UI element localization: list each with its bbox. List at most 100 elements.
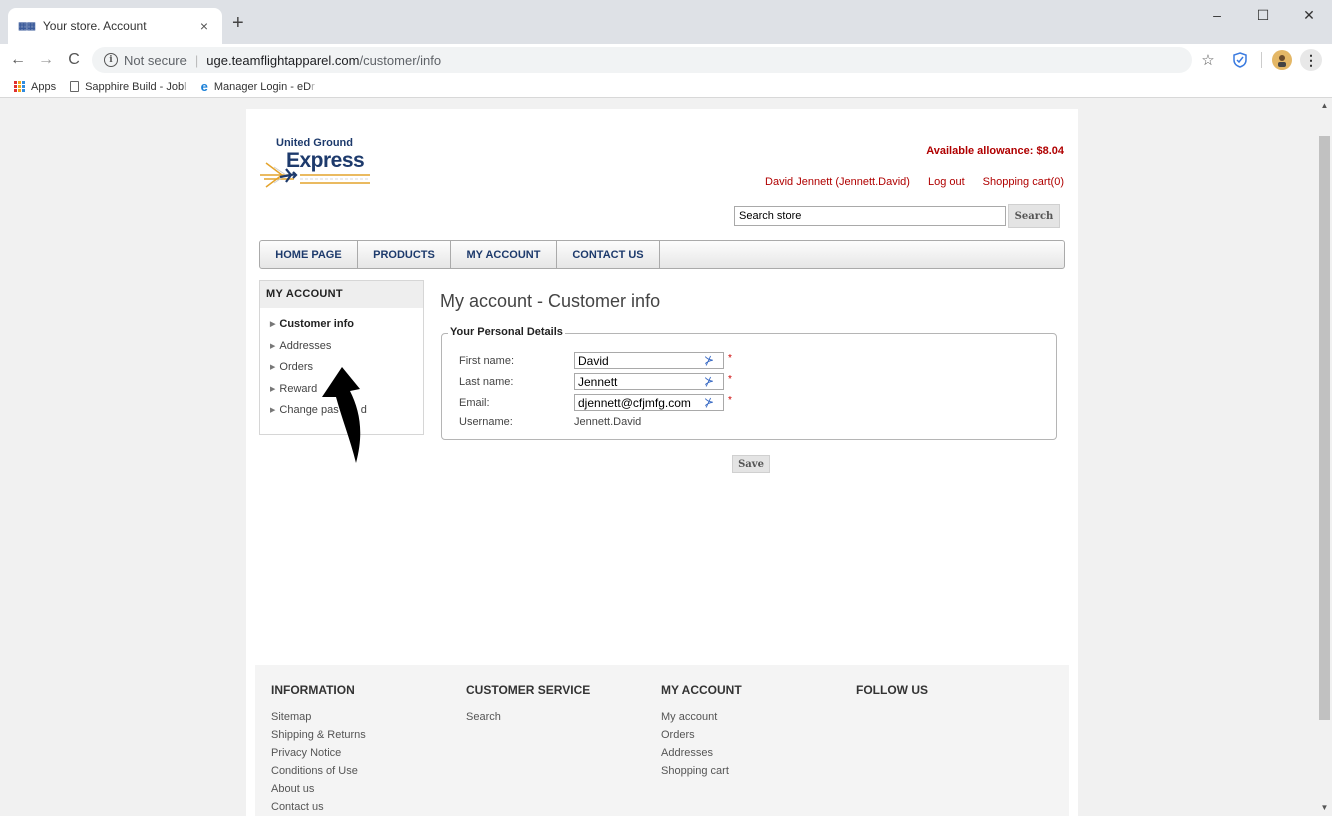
new-tab-button[interactable]: + [232,13,244,33]
save-button[interactable]: Save [732,455,770,473]
customer-account-link[interactable]: David Jennett (Jennett.David) [765,176,910,188]
required-asterisk: * [728,353,732,364]
window-controls: – ☐ ✕ [1194,0,1332,30]
personal-details-legend: Your Personal Details [448,326,565,338]
footer-link-my-account[interactable]: My account [661,711,742,729]
bookmark-sapphire-build[interactable]: Sapphire Build - Job l [70,81,187,93]
bookmark-label: Manager Login - eD [213,80,312,93]
required-asterisk: * [728,395,732,406]
profile-avatar[interactable] [1272,50,1292,70]
page-title: My account - Customer info [440,291,661,311]
sidebar-item-orders[interactable]: ▶ Orders [270,361,313,373]
toolbar-actions: ☆ ⋮ [1187,49,1322,71]
airplane-logo-icon [260,162,370,188]
internet-explorer-icon: e [200,79,208,94]
footer-link-privacy-notice[interactable]: Privacy Notice [271,747,366,765]
search-store-input[interactable] [734,206,1006,226]
browser-toolbar: ← → C i Not secure | uge.teamflightappar… [0,44,1332,76]
address-bar[interactable]: i Not secure | uge.teamflightapparel.com… [92,47,1192,73]
password-manager-icon[interactable]: ⊁ [704,353,714,367]
footer-link-conditions-of-use[interactable]: Conditions of Use [271,765,366,783]
minimize-button[interactable]: – [1194,0,1240,30]
email-label: Email: [459,397,490,409]
url-path: /customer/info [359,52,442,68]
last-name-label: Last name: [459,376,514,388]
bookmark-label-fade: r [311,80,315,93]
page-scrollbar[interactable]: ▲ ▼ [1317,98,1332,816]
sidebar-title: MY ACCOUNT [260,281,423,308]
sidebar-item-label: Customer info [279,318,354,330]
toolbar-separator [1261,52,1262,68]
bookmark-label: Sapphire Build - Job [85,80,185,93]
sidebar-item-label: Orders [279,361,314,373]
browser-menu-icon[interactable]: ⋮ [1300,49,1322,71]
tab-title: Your store. Account [42,19,147,33]
search-button[interactable]: Search [1008,204,1060,228]
bookmark-star-icon[interactable]: ☆ [1197,49,1219,71]
back-button[interactable]: ← [8,50,28,70]
scroll-down-icon[interactable]: ▼ [1317,800,1332,816]
bookmark-apps[interactable]: Apps [14,81,56,93]
sidebar-item-addresses[interactable]: ▶ Addresses [270,340,331,352]
forward-button[interactable]: → [36,50,56,70]
username-value: Jennett.David [574,416,642,428]
security-status: Not secure [124,52,187,68]
username-label: Username: [459,416,513,428]
footer-link-shopping-cart[interactable]: Shopping cart [661,765,742,783]
apps-grid-icon [14,81,25,92]
store-page: United Ground Express Available allowanc… [246,109,1078,816]
maximize-button[interactable]: ☐ [1240,0,1286,30]
triangle-right-icon: ▶ [270,386,276,393]
sidebar-item-customer-info[interactable]: ▶ Customer info [270,318,354,330]
footer-column-title: FOLLOW US [856,683,928,697]
browser-tabstrip: ▦▦ Your store. Account × + – ☐ ✕ [0,0,1332,44]
nav-contact-us[interactable]: CONTACT US [557,241,660,268]
url-host: uge.teamflightapparel.com [206,52,360,68]
sidebar-item-label: Addresses [279,340,332,352]
triangle-right-icon: ▶ [270,364,276,371]
scroll-up-icon[interactable]: ▲ [1317,98,1332,114]
close-window-button[interactable]: ✕ [1286,0,1332,30]
footer-link-addresses[interactable]: Addresses [661,747,742,765]
footer-link-search[interactable]: Search [466,711,590,729]
footer-link-orders[interactable]: Orders [661,729,742,747]
footer-link-contact-us[interactable]: Contact us [271,801,366,816]
nav-my-account[interactable]: MY ACCOUNT [451,241,557,268]
browser-tab[interactable]: ▦▦ Your store. Account × [8,8,222,44]
password-manager-icon[interactable]: ⊁ [704,374,714,388]
url-separator: | [194,52,199,68]
nav-home-page[interactable]: HOME PAGE [260,241,358,268]
bookmark-label-fade: l [184,80,187,93]
bookmark-manager-login[interactable]: e Manager Login - eD r [201,79,315,94]
close-tab-icon[interactable]: × [196,18,212,34]
shopping-cart-link[interactable]: Shopping cart(0) [983,176,1064,188]
logout-link[interactable]: Log out [928,176,965,188]
footer-link-sitemap[interactable]: Sitemap [271,711,366,729]
scrollbar-thumb[interactable] [1319,136,1330,720]
email-input[interactable] [574,394,724,411]
store-logo[interactable]: United Ground Express [260,137,372,199]
footer-column-title: INFORMATION [271,683,355,697]
footer-information: INFORMATION Sitemap Shipping & Returns P… [271,683,366,816]
page-viewport: United Ground Express Available allowanc… [0,98,1332,816]
top-navigation: HOME PAGE PRODUCTS MY ACCOUNT CONTACT US [259,240,1065,269]
bookmarks-bar: Apps Sapphire Build - Job l e Manager Log… [0,76,1332,98]
personal-details-fieldset: Your Personal Details First name: ⊁ * La… [441,326,1057,440]
footer-customer-service: CUSTOMER SERVICE Search [466,683,590,729]
nav-products[interactable]: PRODUCTS [358,241,451,268]
footer-link-shipping-returns[interactable]: Shipping & Returns [271,729,366,747]
header-links: David Jennett (Jennett.David) Log out Sh… [747,176,1064,188]
store-footer: INFORMATION Sitemap Shipping & Returns P… [255,665,1069,816]
sidebar-item-label: Reward [279,383,318,395]
last-name-input[interactable] [574,373,724,390]
sidebar-item-reward[interactable]: ▶ Reward [270,383,317,395]
reload-button[interactable]: C [64,50,84,70]
annotation-arrow-icon [322,367,361,463]
extension-shield-icon[interactable] [1229,49,1251,71]
first-name-input[interactable] [574,352,724,369]
password-manager-icon[interactable]: ⊁ [704,395,714,409]
footer-link-about-us[interactable]: About us [271,783,366,801]
footer-my-account: MY ACCOUNT My account Orders Addresses S… [661,683,742,783]
first-name-label: First name: [459,355,515,367]
info-icon[interactable]: i [104,53,118,67]
